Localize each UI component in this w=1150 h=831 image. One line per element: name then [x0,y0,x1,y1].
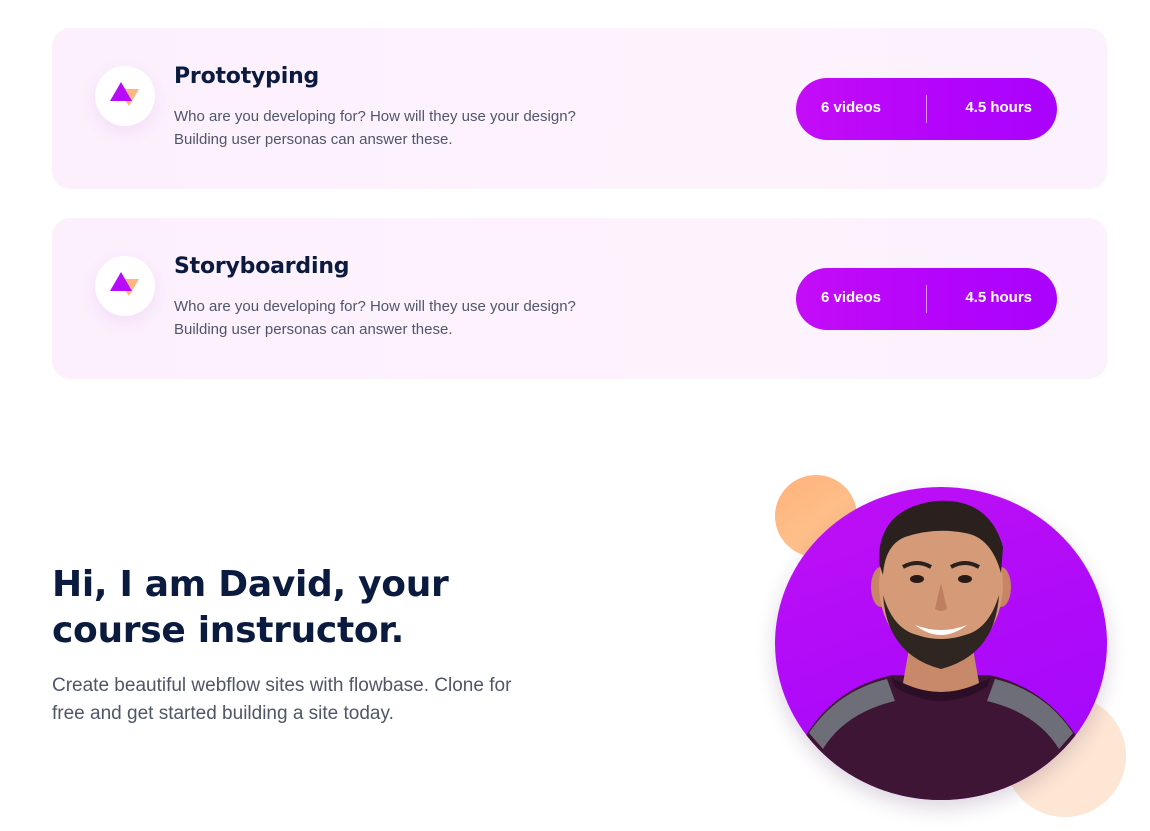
module-description-line: Who are you developing for? How will the… [174,108,576,125]
triangles-logo-icon [95,66,155,126]
stats-divider [926,285,927,313]
instructor-heading-line: course instructor. [52,610,404,651]
module-card-prototyping: Prototyping Who are you developing for? … [52,28,1107,189]
video-count: 6 videos [821,99,882,116]
module-description-line: Who are you developing for? How will the… [174,298,576,315]
duration-hours: 4.5 hours [965,289,1032,306]
module-description-line: Building user personas can answer these. [174,130,453,148]
module-stats-pill[interactable]: 6 videos 4.5 hours [796,78,1057,140]
video-count: 6 videos [821,289,882,306]
module-description-line: Building user personas can answer these. [174,320,453,338]
module-title: Storyboarding [174,254,350,279]
instructor-portrait [775,487,1107,800]
module-title: Prototyping [174,64,320,89]
instructor-description-line: free and get started building a site tod… [52,703,394,724]
stats-divider [926,95,927,123]
instructor-description-line: Create beautiful webflow sites with flow… [52,675,512,696]
duration-hours: 4.5 hours [965,99,1032,116]
triangles-logo-icon [95,256,155,316]
module-description: Who are you developing for? How will the… [174,106,644,151]
instructor-heading: Hi, I am David, your course instructor. [52,562,449,654]
module-stats-pill[interactable]: 6 videos 4.5 hours [796,268,1057,330]
module-card-storyboarding: Storyboarding Who are you developing for… [52,218,1107,379]
instructor-heading-line: Hi, I am David, your [52,564,449,605]
instructor-description: Create beautiful webflow sites with flow… [52,672,572,728]
module-description: Who are you developing for? How will the… [174,296,644,341]
